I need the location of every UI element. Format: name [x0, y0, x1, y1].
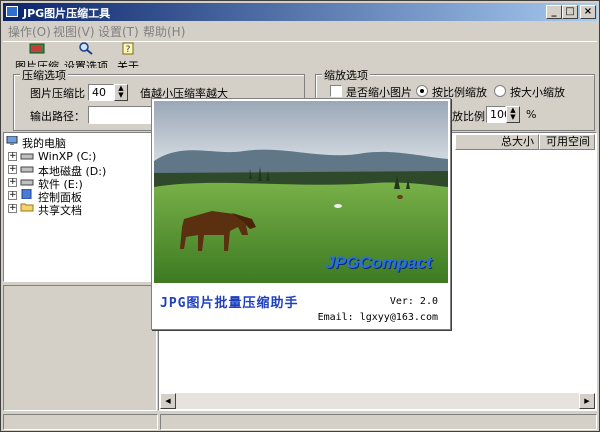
drive-icon — [20, 179, 34, 186]
scroll-right-button[interactable]: ▶ — [579, 393, 595, 409]
shrink-checkbox[interactable] — [330, 85, 342, 97]
status-bar — [3, 413, 597, 431]
tree-label: 共享文档 — [38, 204, 82, 217]
compress-icon — [29, 43, 45, 54]
drive-icon — [20, 166, 34, 173]
expand-icon[interactable]: + — [8, 178, 17, 187]
file-preview-pane — [3, 285, 157, 411]
app-icon — [6, 6, 18, 17]
expand-icon[interactable]: + — [8, 165, 17, 174]
scale-ratio-input[interactable]: 100 — [486, 106, 511, 123]
scale-ratio-stepper[interactable]: ▲ ▼ — [506, 106, 520, 123]
svg-text:?: ? — [126, 45, 131, 55]
scale-options-title: 缩放选项 — [322, 67, 370, 83]
scale-ratio-label: 放比例 — [452, 110, 485, 123]
computer-icon — [6, 136, 18, 145]
tree-label: WinXP (C:) — [38, 150, 97, 163]
splash-version: Ver: 2.0 — [389, 296, 438, 307]
size-label: 按大小缩放 — [510, 86, 565, 99]
horizontal-scrollbar[interactable]: ◀ ▶ — [160, 393, 595, 409]
menu-help[interactable]: 帮助(H) — [143, 23, 185, 40]
scale-ratio-unit: % — [526, 108, 537, 121]
compress-ratio-stepper[interactable]: ▲ ▼ — [114, 84, 128, 101]
tree-label: 我的电脑 — [22, 137, 66, 150]
splash-photo: JPGCompact — [154, 101, 448, 283]
magnifier-icon — [79, 42, 93, 55]
splash-title: JPG图片批量压缩助手 — [160, 296, 299, 311]
folder-icon — [20, 203, 34, 212]
compress-ratio-label: 图片压缩比 — [30, 87, 85, 100]
toolbar: 图片压缩 设置选项 ? 关于 — [3, 41, 597, 73]
menu-settings[interactable]: 设置(T) — [98, 23, 139, 40]
column-free-space[interactable]: 可用空间 — [539, 134, 595, 150]
compress-ratio-input[interactable]: 40 — [88, 84, 114, 101]
splash-email: Email: lgxyy@163.com — [317, 312, 438, 323]
expand-icon[interactable]: + — [8, 152, 17, 161]
maximize-button[interactable]: □ — [562, 5, 578, 19]
app-window: JPG图片压缩工具 _ □ × 操作(O) 视图(V) 设置(T) 帮助(H) … — [0, 0, 600, 432]
output-path-label: 输出路径： — [30, 110, 85, 123]
menu-bar: 操作(O) 视图(V) 设置(T) 帮助(H) — [3, 22, 597, 40]
status-cell-left — [3, 414, 158, 430]
folder-tree[interactable]: 我的电脑 + WinXP (C:) + 本地磁盘 (D:) + 软件 (E:) … — [3, 132, 157, 282]
status-cell-right — [160, 414, 597, 430]
compress-options-title: 压缩选项 — [20, 67, 68, 83]
window-title: JPG图片压缩工具 — [23, 7, 111, 20]
scroll-left-button[interactable]: ◀ — [160, 393, 176, 409]
control-panel-icon — [21, 189, 32, 199]
menu-operate[interactable]: 操作(O) — [8, 23, 51, 40]
drive-icon — [20, 153, 34, 160]
size-radio[interactable] — [494, 85, 506, 97]
expand-icon[interactable]: + — [8, 191, 17, 200]
close-button[interactable]: × — [580, 5, 596, 19]
splash-screen: JPGCompact JPG图片批量压缩助手 Ver: 2.0 Email: l… — [151, 98, 451, 330]
brand-logo-text: JPGCompact — [325, 253, 432, 272]
info-icon: ? — [122, 42, 134, 55]
column-total-size[interactable]: 总大小 — [455, 134, 539, 150]
title-bar: JPG图片压缩工具 _ □ × — [3, 3, 597, 21]
minimize-button[interactable]: _ — [546, 5, 562, 19]
proportional-radio[interactable] — [416, 85, 428, 97]
menu-view[interactable]: 视图(V) — [53, 23, 95, 40]
expand-icon[interactable]: + — [8, 204, 17, 213]
